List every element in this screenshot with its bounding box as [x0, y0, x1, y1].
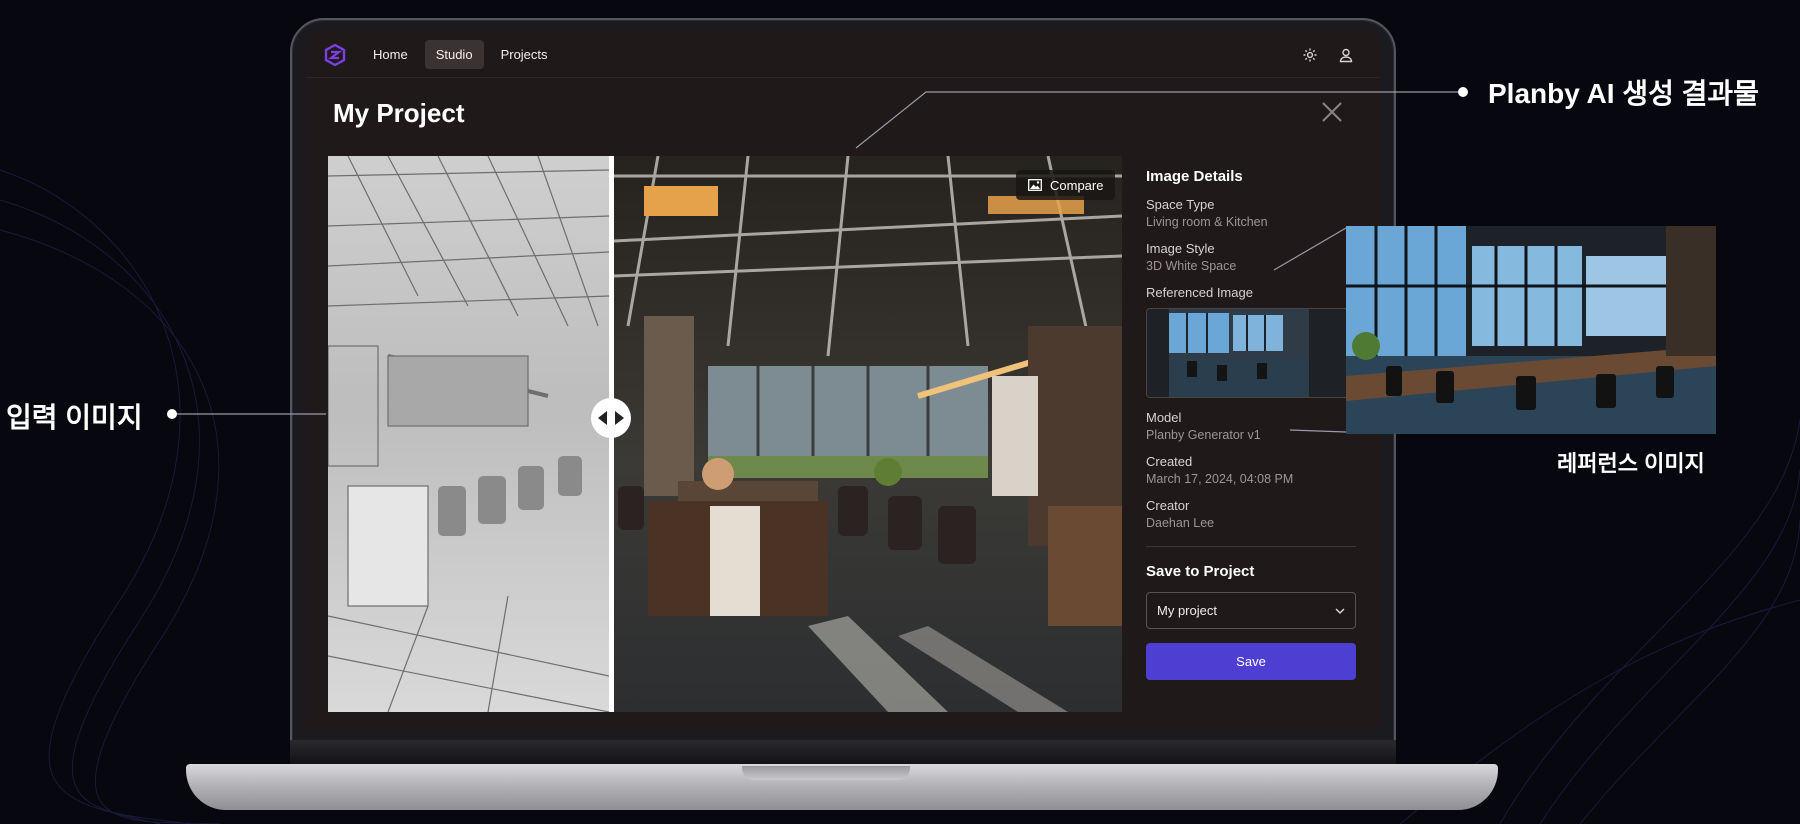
callout-reference-label: 레퍼런스 이미지 [1557, 451, 1705, 476]
callout-input-label: 입력 이미지 [6, 402, 143, 433]
callout-result-label: Planby AI 생성 결과물 [1488, 78, 1759, 109]
reference-image-enlarged [1346, 226, 1716, 434]
callout-dot-result [1458, 87, 1468, 97]
callout-dot-input [167, 409, 177, 419]
